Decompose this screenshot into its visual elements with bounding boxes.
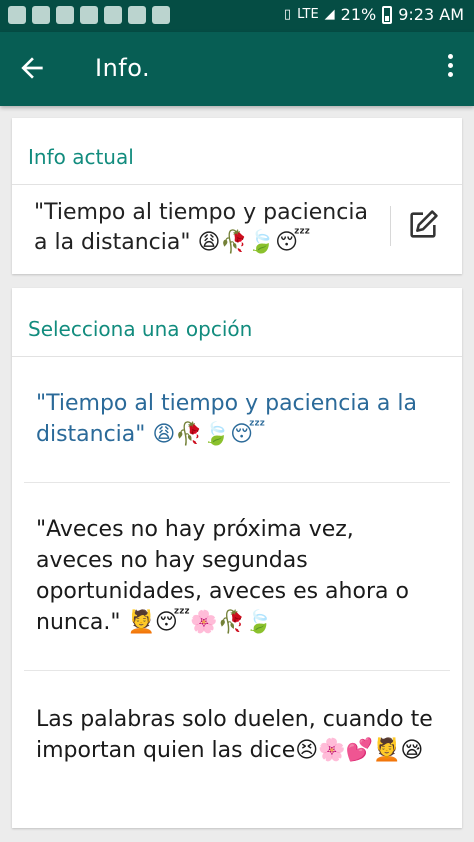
notification-icons	[8, 6, 170, 24]
network-type: LTE	[297, 7, 319, 22]
divider	[12, 356, 462, 357]
current-info-card: Info actual "Tiempo al tiempo y pacienci…	[12, 118, 462, 274]
divider	[12, 184, 462, 185]
options-card: Selecciona una opción "Tiempo al tiempo …	[12, 288, 462, 828]
gallery-notification-icon	[8, 6, 26, 24]
back-arrow-icon[interactable]	[16, 52, 48, 84]
divider	[24, 482, 450, 483]
option-item[interactable]: Las palabras solo duelen, cuando te impo…	[36, 704, 436, 766]
overflow-menu-icon[interactable]	[440, 54, 460, 84]
vibrate-icon: ▯	[283, 7, 292, 22]
battery-icon	[382, 5, 393, 24]
app-bar: Info.	[0, 32, 474, 106]
current-info-header: Info actual	[28, 145, 134, 169]
facebook-notification-icon	[56, 6, 74, 24]
options-header: Selecciona una opción	[28, 317, 253, 341]
current-status-text[interactable]: "Tiempo al tiempo y paciencia a la dista…	[34, 198, 384, 258]
mail-notification-icon	[152, 6, 170, 24]
system-status: ▯ LTE ◢ 21% 9:23 AM	[284, 5, 464, 24]
sync-notification-icon	[104, 6, 122, 24]
option-item[interactable]: "Tiempo al tiempo y paciencia a la dista…	[36, 388, 436, 450]
whatsapp-notification-icon	[128, 6, 146, 24]
facebook-notification-icon	[80, 6, 98, 24]
clock: 9:23 AM	[398, 5, 464, 24]
page-title: Info.	[95, 54, 151, 82]
vertical-divider	[390, 206, 391, 246]
option-item[interactable]: "Aveces no hay próxima vez, aveces no ha…	[36, 514, 436, 638]
battery-percent: 21%	[340, 5, 377, 24]
messenger-notification-icon	[32, 6, 50, 24]
signal-icon: ◢	[324, 7, 335, 22]
status-bar: ▯ LTE ◢ 21% 9:23 AM	[0, 0, 474, 32]
edit-icon[interactable]	[406, 208, 440, 242]
divider	[24, 670, 450, 671]
